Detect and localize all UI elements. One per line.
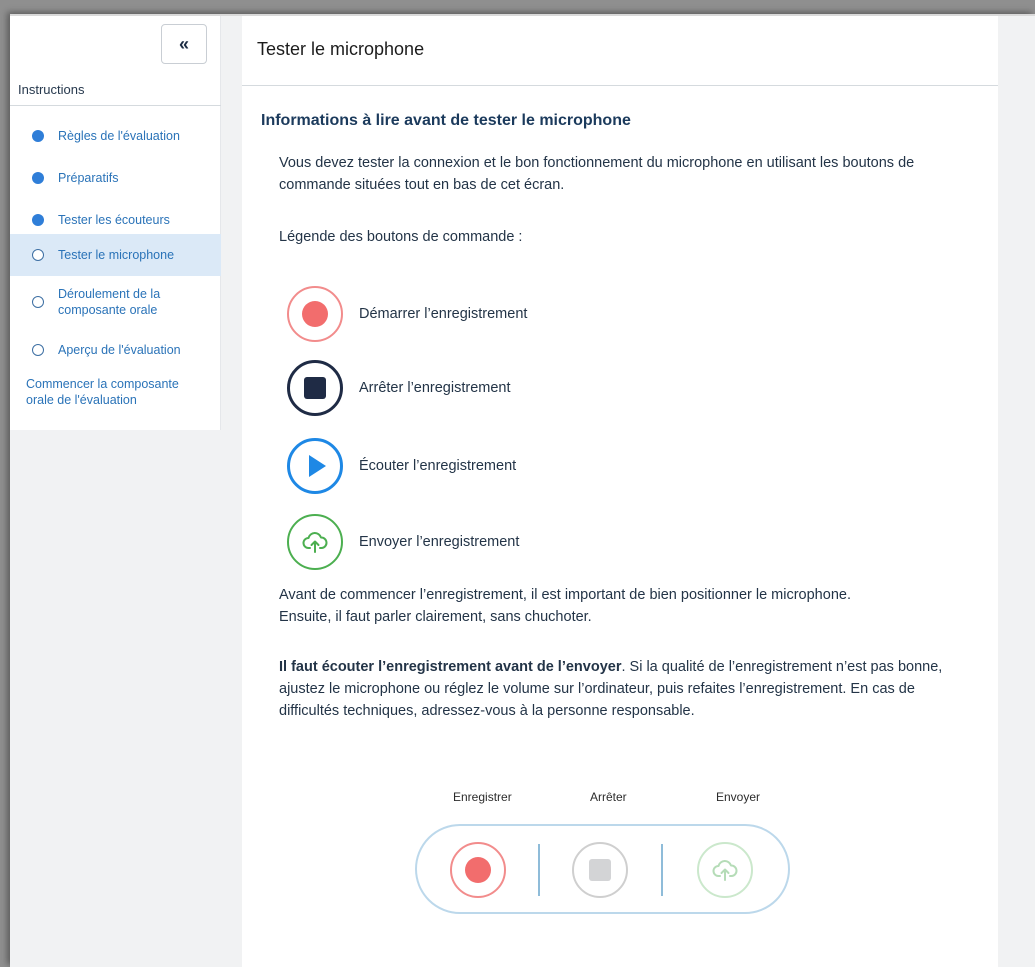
- double-chevron-left-icon: «: [178, 33, 189, 54]
- pending-circle-icon: [32, 296, 44, 308]
- record-button[interactable]: [450, 842, 506, 898]
- main-panel: Tester le microphone Informations à lire…: [242, 16, 998, 967]
- control-separator: [661, 844, 663, 896]
- sidebar-item-ecouteurs[interactable]: Tester les écouteurs: [10, 204, 221, 236]
- sidebar-item-preparatifs[interactable]: Préparatifs: [10, 162, 221, 194]
- legend-label: Envoyer l’enregistrement: [359, 534, 520, 550]
- stop-control-label: Arrêter: [590, 790, 627, 804]
- send-control-label: Envoyer: [716, 790, 761, 804]
- warning-paragraph: Il faut écouter l’enregistrement avant d…: [279, 656, 959, 722]
- sidebar: « Instructions Règles de l'évaluation Pr…: [10, 16, 221, 430]
- sidebar-item-label: Tester le microphone: [58, 248, 175, 262]
- record-icon: [465, 857, 491, 883]
- collapse-sidebar-button[interactable]: «: [161, 24, 207, 64]
- positioning-paragraph: Avant de commencer l’enregistrement, il …: [279, 587, 851, 625]
- pending-circle-icon: [32, 344, 44, 356]
- sidebar-item-label: Règles de l'évaluation: [58, 129, 180, 143]
- sidebar-heading: Instructions: [10, 74, 221, 106]
- sidebar-item-label: Déroulement de la composante orale: [58, 287, 161, 317]
- completed-dot-icon: [32, 172, 44, 184]
- control-separator: [538, 844, 540, 896]
- sidebar-item-regles[interactable]: Règles de l'évaluation: [10, 120, 221, 152]
- start-oral-link[interactable]: Commencer la composante orale de l'évalu…: [26, 376, 206, 408]
- legend-row-send: Envoyer l’enregistrement: [287, 514, 519, 570]
- send-button[interactable]: [697, 842, 753, 898]
- recording-control-bar: [415, 824, 790, 914]
- sidebar-item-label: Tester les écouteurs: [58, 213, 170, 227]
- completed-dot-icon: [32, 214, 44, 226]
- legend-label: Arrêter l’enregistrement: [359, 380, 511, 396]
- legend-heading: Légende des boutons de commande :: [279, 229, 523, 245]
- legend-row-record: Démarrer l’enregistrement: [287, 286, 527, 342]
- upload-cloud-icon: [287, 514, 343, 570]
- warning-bold-text: Il faut écouter l’enregistrement avant d…: [279, 659, 622, 675]
- pending-circle-icon: [32, 249, 44, 261]
- stop-icon: [287, 360, 343, 416]
- sidebar-item-deroulement[interactable]: Déroulement de la composante orale: [10, 282, 221, 322]
- sidebar-item-label: Préparatifs: [58, 171, 119, 185]
- completed-dot-icon: [32, 130, 44, 142]
- sidebar-item-label: Aperçu de l'évaluation: [58, 343, 181, 357]
- stop-icon: [589, 859, 611, 881]
- record-control-label: Enregistrer: [453, 790, 512, 804]
- legend-label: Démarrer l’enregistrement: [359, 306, 528, 322]
- page-title: Tester le microphone: [242, 16, 998, 86]
- legend-row-play: Écouter l’enregistrement: [287, 438, 516, 494]
- record-icon: [287, 286, 343, 342]
- legend-row-stop: Arrêter l’enregistrement: [287, 360, 511, 416]
- sidebar-item-apercu[interactable]: Aperçu de l'évaluation: [10, 334, 221, 366]
- stop-button[interactable]: [572, 842, 628, 898]
- legend-label: Écouter l’enregistrement: [359, 458, 517, 474]
- section-title: Informations à lire avant de tester le m…: [261, 112, 631, 129]
- app-frame: « Instructions Règles de l'évaluation Pr…: [10, 14, 1035, 967]
- play-icon: [287, 438, 343, 494]
- sidebar-item-microphone[interactable]: Tester le microphone: [10, 234, 221, 276]
- upload-cloud-icon: [712, 860, 738, 881]
- intro-paragraph: Vous devez tester la connexion et le bon…: [279, 155, 915, 193]
